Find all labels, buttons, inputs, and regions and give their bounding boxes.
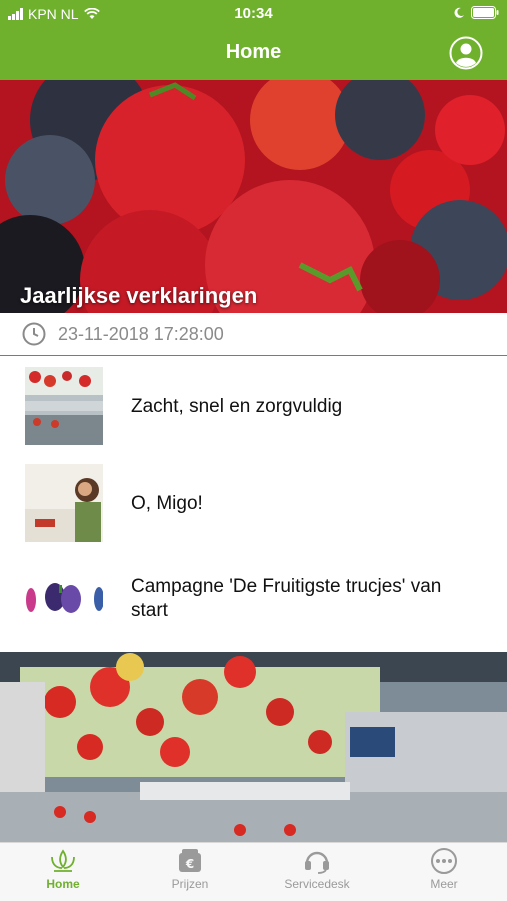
tab-prijzen[interactable]: € Prijzen (140, 847, 240, 891)
news-title: Campagne 'De Fruitigste trucjes' van sta… (131, 576, 442, 621)
news-item[interactable]: Zacht, snel en zorgvuldig (0, 357, 507, 453)
status-time: 10:34 (234, 5, 273, 22)
hero-date: 23-11-2018 17:28:00 (58, 324, 224, 344)
news-title: Zacht, snel en zorgvuldig (131, 396, 343, 417)
news-thumbnail (25, 367, 103, 445)
tab-home-label: Home (46, 877, 80, 891)
hero-article[interactable]: Jaarlijkse verklaringen (0, 80, 507, 313)
news-item[interactable]: Campagne 'De Fruitigste trucjes' van sta… (0, 551, 507, 647)
hero-date-row: 23-11-2018 17:28:00 (0, 313, 507, 356)
headset-icon (305, 851, 329, 874)
featured-image[interactable] (0, 652, 507, 842)
app-header: Home (0, 28, 507, 80)
news-title: O, Migo! (131, 493, 203, 514)
tab-meer[interactable]: Meer (394, 847, 494, 891)
moon-icon (454, 7, 464, 18)
tab-home[interactable]: Home (13, 847, 113, 891)
battery-icon (471, 6, 499, 19)
svg-text:€: € (185, 857, 194, 871)
news-thumbnail (25, 464, 103, 542)
home-leaf-icon (51, 849, 75, 872)
tab-prijzen-label: Prijzen (171, 877, 209, 891)
status-bar-right (453, 6, 499, 19)
tab-bar: Home € Prijzen Servicedesk Meer (0, 842, 507, 901)
hero-title: Jaarlijkse verklaringen (20, 283, 258, 308)
tab-servicedesk[interactable]: Servicedesk (267, 847, 367, 891)
wallet-euro-icon: € (179, 849, 201, 872)
news-item[interactable]: O, Migo! (0, 454, 507, 550)
tab-servicedesk-label: Servicedesk (284, 877, 350, 891)
user-icon (460, 43, 472, 55)
tab-meer-label: Meer (430, 877, 458, 891)
clock-icon (22, 322, 46, 346)
profile-button[interactable] (449, 36, 483, 70)
berries-image (0, 80, 507, 313)
page-title: Home (225, 41, 282, 63)
status-bar: KPN NL 10:34 (0, 0, 507, 28)
news-thumbnail (25, 561, 103, 639)
more-icon (431, 848, 457, 874)
